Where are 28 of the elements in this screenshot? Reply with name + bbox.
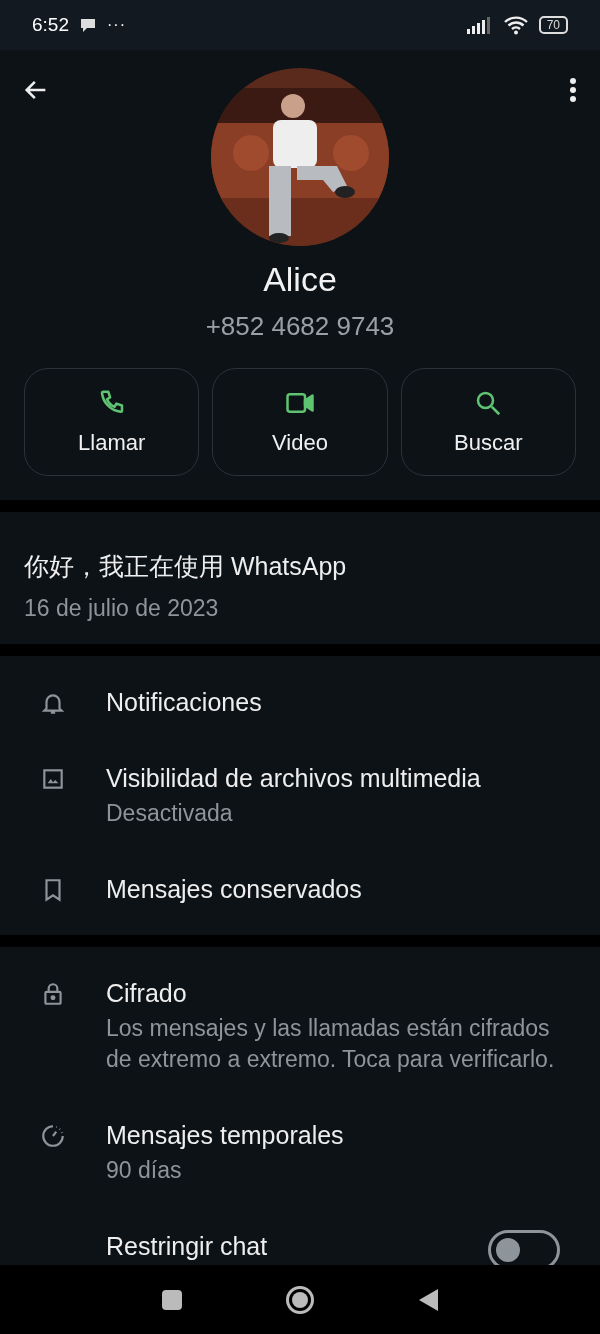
phone-number: +852 4682 9743 [205, 311, 395, 342]
image-icon [40, 766, 66, 792]
about-date: 16 de julio de 2023 [24, 594, 220, 623]
more-notifications-indicator: ··· [107, 16, 126, 34]
setting-title[interactable]: Cifrado [106, 977, 560, 1009]
battery-indicator: 70 [538, 16, 568, 34]
setting-title[interactable]: Restringir chat [106, 1230, 448, 1262]
recents-button[interactable] [161, 1288, 183, 1311]
setting-subtitle: 90 días [106, 1156, 183, 1185]
setting-title[interactable]: Notificaciones [106, 686, 560, 718]
timer-icon [40, 1123, 66, 1149]
chat-bubble-icon [79, 17, 97, 33]
setting-title[interactable]: Mensajes temporales [106, 1119, 560, 1151]
search-button[interactable]: Buscar [400, 368, 576, 476]
back-nav-button[interactable] [417, 1287, 439, 1312]
signal-icon [466, 16, 493, 34]
status-time: 6:52 [32, 14, 69, 36]
about-text: 你好，我正在使用 WhatsApp [24, 551, 348, 582]
menu-button[interactable] [568, 76, 578, 104]
video-button[interactable]: Video [212, 368, 388, 476]
setting-title[interactable]: Visibilidad de archivos multimedia [106, 762, 560, 794]
setting-subtitle: Desactivada [106, 799, 234, 828]
setting-title[interactable]: Mensajes conservados [106, 873, 560, 905]
wifi-icon [502, 15, 529, 35]
setting-subtitle: Los mensajes y las llamadas están cifrados de extremo a extremo. Toca para verificarlo. [106, 1014, 556, 1074]
call-button[interactable]: Llamar [24, 368, 200, 476]
home-button[interactable] [285, 1284, 315, 1315]
contact-name: Alice [263, 260, 337, 299]
